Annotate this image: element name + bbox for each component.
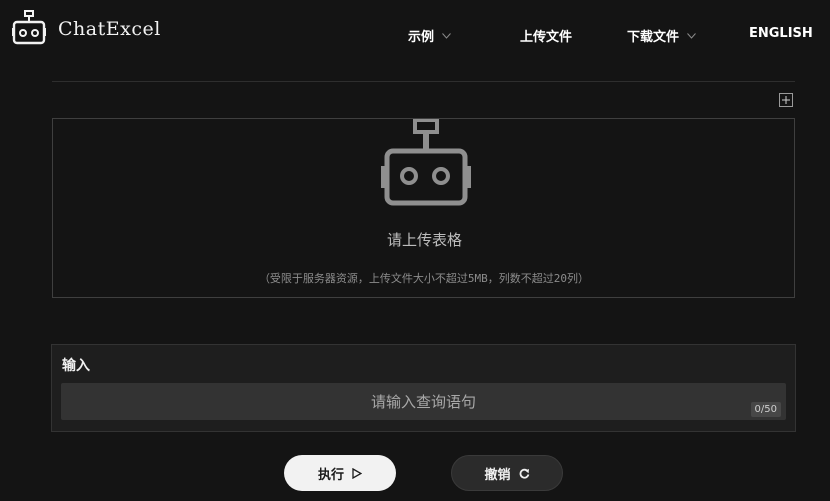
section-divider xyxy=(52,81,795,82)
undo-icon xyxy=(519,468,529,479)
app-root: ChatExcel 示例 上传文件 下载文件 ENGLISH 请上传表格 （受限… xyxy=(0,0,830,501)
chevron-down-icon xyxy=(687,32,696,39)
nav-language-english[interactable]: ENGLISH xyxy=(749,26,813,41)
upload-dropzone[interactable]: 请上传表格 （受限于服务器资源，上传文件大小不超过5MB，列数不超过20列） xyxy=(52,118,795,298)
nav-examples[interactable]: 示例 xyxy=(408,26,451,45)
upload-hint: （受限于服务器资源，上传文件大小不超过5MB，列数不超过20列） xyxy=(258,272,590,285)
brand-logo[interactable]: ChatExcel xyxy=(11,10,161,46)
nav-upload-label: 上传文件 xyxy=(520,30,573,45)
run-button-label: 执行 xyxy=(317,467,344,483)
robot-icon xyxy=(381,119,471,206)
chevron-down-icon xyxy=(442,32,451,39)
char-counter: 0/50 xyxy=(750,402,781,417)
run-button[interactable]: 执行 xyxy=(284,455,396,491)
add-button[interactable] xyxy=(779,93,793,107)
plus-icon xyxy=(782,96,790,104)
header: ChatExcel 示例 上传文件 下载文件 ENGLISH xyxy=(0,0,830,70)
undo-button-label: 撤销 xyxy=(484,467,511,483)
upload-prompt: 请上传表格 xyxy=(386,231,462,249)
nav-upload-file[interactable]: 上传文件 xyxy=(520,26,572,45)
undo-button[interactable]: 撤销 xyxy=(451,455,563,491)
query-box[interactable]: 0/50 xyxy=(61,383,786,420)
nav-download-label: 下载文件 xyxy=(627,30,680,45)
brand-name: ChatExcel xyxy=(58,18,161,40)
nav-examples-label: 示例 xyxy=(408,30,435,45)
play-outline-icon xyxy=(352,467,362,479)
query-input[interactable] xyxy=(61,383,786,420)
input-label: 输入 xyxy=(62,358,90,374)
nav-download-file[interactable]: 下载文件 xyxy=(627,26,696,45)
nav-language-label: ENGLISH xyxy=(749,26,813,41)
robot-logo-icon xyxy=(12,10,46,45)
input-panel: 输入 0/50 xyxy=(51,344,796,432)
